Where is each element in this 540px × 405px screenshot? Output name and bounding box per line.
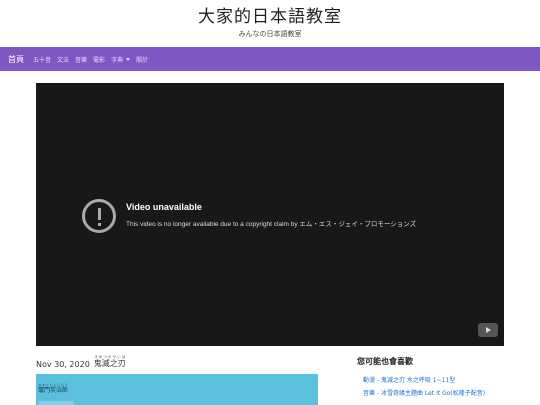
- video-status-title: Video unavailable: [126, 202, 202, 212]
- nav-item-movies[interactable]: 電影: [93, 55, 105, 64]
- nav-item-grammar[interactable]: 文法: [57, 55, 69, 64]
- video-unavailable-message: Video unavailable This video is no longe…: [82, 199, 416, 233]
- post-date: Nov 30, 2020: [36, 360, 90, 369]
- exclamation-bar: [97, 208, 101, 220]
- lyrics-first-line: 竈門炭治郎かまどたんじろう: [38, 383, 68, 394]
- lyrics-first-line-text: 竈門炭治郎: [38, 387, 69, 394]
- site-subtitle: みんなの日本語教室: [238, 30, 302, 38]
- post-title-text: 鬼滅之刃: [93, 359, 126, 368]
- embedded-video-player[interactable]: Video unavailable This video is no longe…: [36, 83, 504, 346]
- exclamation-dot: [97, 223, 101, 226]
- video-status-text: Video unavailable This video is no longe…: [126, 199, 416, 228]
- nav-home-link[interactable]: 首頁: [8, 54, 24, 65]
- nav-item-dictionary-label: 字典: [111, 56, 124, 64]
- recommendation-list: 動漫 - 鬼滅之刃 水之呼吸 1~11型 音樂 - 冰雪奇緣主題曲 Let It…: [357, 374, 532, 400]
- post-meta: Nov 30, 2020 鬼滅之刃きめつのやいば: [36, 355, 126, 369]
- play-triangle-icon: [486, 327, 491, 333]
- post-title-ruby: きめつのやいば: [93, 355, 126, 359]
- youtube-logo-icon[interactable]: [478, 323, 498, 337]
- main-navbar: 首頁 五十音 文法 音樂 電影 字典 關於: [0, 47, 540, 71]
- site-header: 大家的日本語教室 みんなの日本語教室: [0, 0, 540, 47]
- video-status-message: This video is no longer available due to…: [126, 221, 417, 228]
- site-title[interactable]: 大家的日本語教室: [0, 0, 540, 27]
- lyrics-next-line-clipped: [38, 401, 74, 405]
- exclamation-circle-icon: [82, 199, 116, 233]
- caret-down-icon: [126, 57, 131, 61]
- nav-item-dictionary-dropdown[interactable]: 字典: [111, 55, 131, 64]
- recommendation-link-2[interactable]: 音樂 - 冰雪奇緣主題曲 Let It Go(松隆子配音): [357, 387, 532, 400]
- lyrics-panel: 竈門炭治郎かまどたんじろう: [36, 374, 318, 405]
- recommendation-link-1[interactable]: 動漫 - 鬼滅之刃 水之呼吸 1~11型: [357, 374, 532, 387]
- nav-item-about[interactable]: 關於: [136, 55, 148, 64]
- nav-item-gojuon[interactable]: 五十音: [33, 55, 51, 64]
- post-title: 鬼滅之刃きめつのやいば: [94, 355, 126, 369]
- nav-item-music[interactable]: 音樂: [75, 55, 87, 64]
- lyrics-first-line-ruby: かまどたんじろう: [38, 383, 69, 387]
- sidebar-recommendations: 您可能也會喜歡 動漫 - 鬼滅之刃 水之呼吸 1~11型 音樂 - 冰雪奇緣主題…: [357, 356, 532, 400]
- sidebar-heading: 您可能也會喜歡: [357, 357, 413, 366]
